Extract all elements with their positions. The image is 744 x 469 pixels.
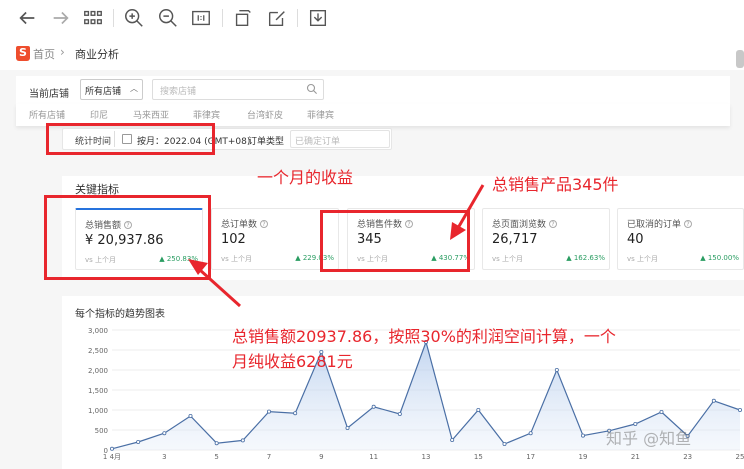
shop-logo-icon — [16, 46, 30, 61]
x-tick-label: 25 — [736, 453, 744, 461]
store-search-input[interactable]: 搜索店铺 — [152, 79, 324, 100]
store-select[interactable]: 所有店铺 ︿ — [80, 79, 143, 100]
x-tick-label: 17 — [526, 453, 535, 461]
order-type-value: 已确定订单 — [295, 137, 341, 147]
rotate-icon[interactable] — [232, 7, 254, 29]
annotation-calc-line2: 月纯收益6281元 — [232, 352, 353, 371]
metric-change: ▲ 162.63% — [566, 254, 605, 262]
help-icon: ? — [260, 220, 269, 228]
dropdown-item[interactable]: 菲律宾 — [307, 108, 334, 121]
breadcrumb-separator: › — [60, 45, 65, 59]
breadcrumb-current: 商业分析 — [75, 48, 119, 61]
dropdown-item[interactable]: 印尼 — [90, 108, 108, 121]
help-icon: ? — [684, 220, 693, 228]
data-point[interactable] — [266, 409, 271, 414]
x-tick-label: 21 — [631, 453, 640, 461]
data-point[interactable] — [581, 433, 586, 438]
metric-label: 已取消的订单 — [627, 220, 682, 230]
x-tick-label: 23 — [683, 453, 692, 461]
y-tick-label: 1,500 — [88, 387, 108, 395]
metric-label: 总订单数 — [221, 220, 258, 230]
data-point[interactable] — [110, 446, 115, 451]
back-arrow-icon[interactable] — [16, 7, 38, 29]
x-tick-label: 1 4月 — [103, 453, 121, 461]
data-point[interactable] — [397, 412, 402, 417]
data-point[interactable] — [240, 438, 245, 443]
metric-compare: vs 上个月 — [627, 255, 659, 263]
data-point[interactable] — [476, 408, 481, 413]
dropdown-item[interactable]: 马来西亚 — [133, 108, 169, 121]
metric-value: 102 — [221, 232, 246, 247]
x-tick-label: 11 — [369, 453, 378, 461]
forward-arrow-icon[interactable] — [50, 7, 72, 29]
data-point[interactable] — [502, 442, 507, 447]
data-point[interactable] — [528, 431, 533, 436]
y-tick-label: 500 — [95, 427, 108, 435]
metric-compare: vs 上个月 — [221, 255, 253, 263]
data-point[interactable] — [345, 426, 350, 431]
breadcrumb-home[interactable]: 首页 — [33, 46, 55, 62]
dropdown-item[interactable]: 台湾虾皮 — [247, 108, 283, 121]
annotate-icon[interactable] — [266, 7, 288, 29]
x-tick-label: 19 — [579, 453, 588, 461]
data-point[interactable] — [371, 404, 376, 409]
data-point[interactable] — [659, 410, 664, 415]
grid-apps-icon[interactable] — [82, 7, 104, 29]
fit-page-icon[interactable] — [190, 7, 212, 29]
zoom-in-icon[interactable] — [123, 7, 145, 29]
zoom-out-icon[interactable] — [157, 7, 179, 29]
highlight-box-sales — [44, 195, 211, 280]
annotation-calc-line1: 总销售额20937.86，按照30%的利润空间计算，一个 — [232, 327, 616, 346]
chevron-up-icon: ︿ — [130, 84, 138, 93]
data-point[interactable] — [188, 414, 193, 419]
metric-value: 40 — [627, 232, 644, 247]
y-tick-label: 2,000 — [88, 367, 108, 375]
y-tick-label: 2,500 — [88, 347, 108, 355]
metric-value: 26,717 — [492, 232, 538, 247]
x-tick-label: 3 — [162, 453, 166, 461]
metric-card-pageviews[interactable]: 总页面浏览数? 26,717 vs 上个月 ▲ 162.63% — [482, 208, 610, 270]
data-point[interactable] — [162, 431, 167, 436]
order-type-label: 订单类型 — [248, 137, 285, 147]
metric-compare: vs 上个月 — [492, 255, 524, 263]
x-tick-label: 15 — [474, 453, 483, 461]
annotation-total-products: 总销售产品345件 — [492, 175, 619, 194]
scrollbar-handle[interactable] — [736, 50, 744, 68]
data-point[interactable] — [554, 368, 559, 373]
data-point[interactable] — [738, 408, 743, 413]
y-tick-label: 1,000 — [88, 407, 108, 415]
highlight-box-units — [320, 210, 470, 272]
x-tick-label: 9 — [319, 453, 323, 461]
x-tick-label: 5 — [214, 453, 218, 461]
viewer-toolbar — [0, 0, 744, 36]
y-tick-label: 3,000 — [88, 327, 108, 335]
dropdown-item[interactable]: 菲律宾 — [193, 108, 220, 121]
download-icon[interactable] — [307, 7, 329, 29]
store-select-value: 所有店铺 — [85, 87, 122, 97]
highlight-box-filter — [46, 123, 215, 155]
data-point[interactable] — [711, 398, 716, 403]
x-tick-label: 7 — [267, 453, 271, 461]
help-icon: ? — [549, 220, 558, 228]
annotation-month-income: 一个月的收益 — [257, 168, 354, 187]
x-tick-label: 13 — [422, 453, 431, 461]
data-point[interactable] — [293, 411, 298, 416]
store-search-placeholder: 搜索店铺 — [160, 87, 197, 97]
watermark: 知乎 @知鱼 — [606, 429, 692, 448]
store-label: 当前店铺 — [29, 89, 69, 100]
metric-card-cancelled[interactable]: 已取消的订单? 40 vs 上个月 ▲ 150.00% — [617, 208, 744, 270]
metric-label: 总页面浏览数 — [492, 220, 547, 230]
dropdown-item[interactable]: 所有店铺 — [29, 108, 65, 121]
data-point[interactable] — [136, 440, 141, 445]
search-icon — [306, 83, 317, 94]
data-point[interactable] — [450, 438, 455, 443]
data-point[interactable] — [214, 441, 219, 446]
metric-change: ▲ 150.00% — [700, 254, 739, 262]
